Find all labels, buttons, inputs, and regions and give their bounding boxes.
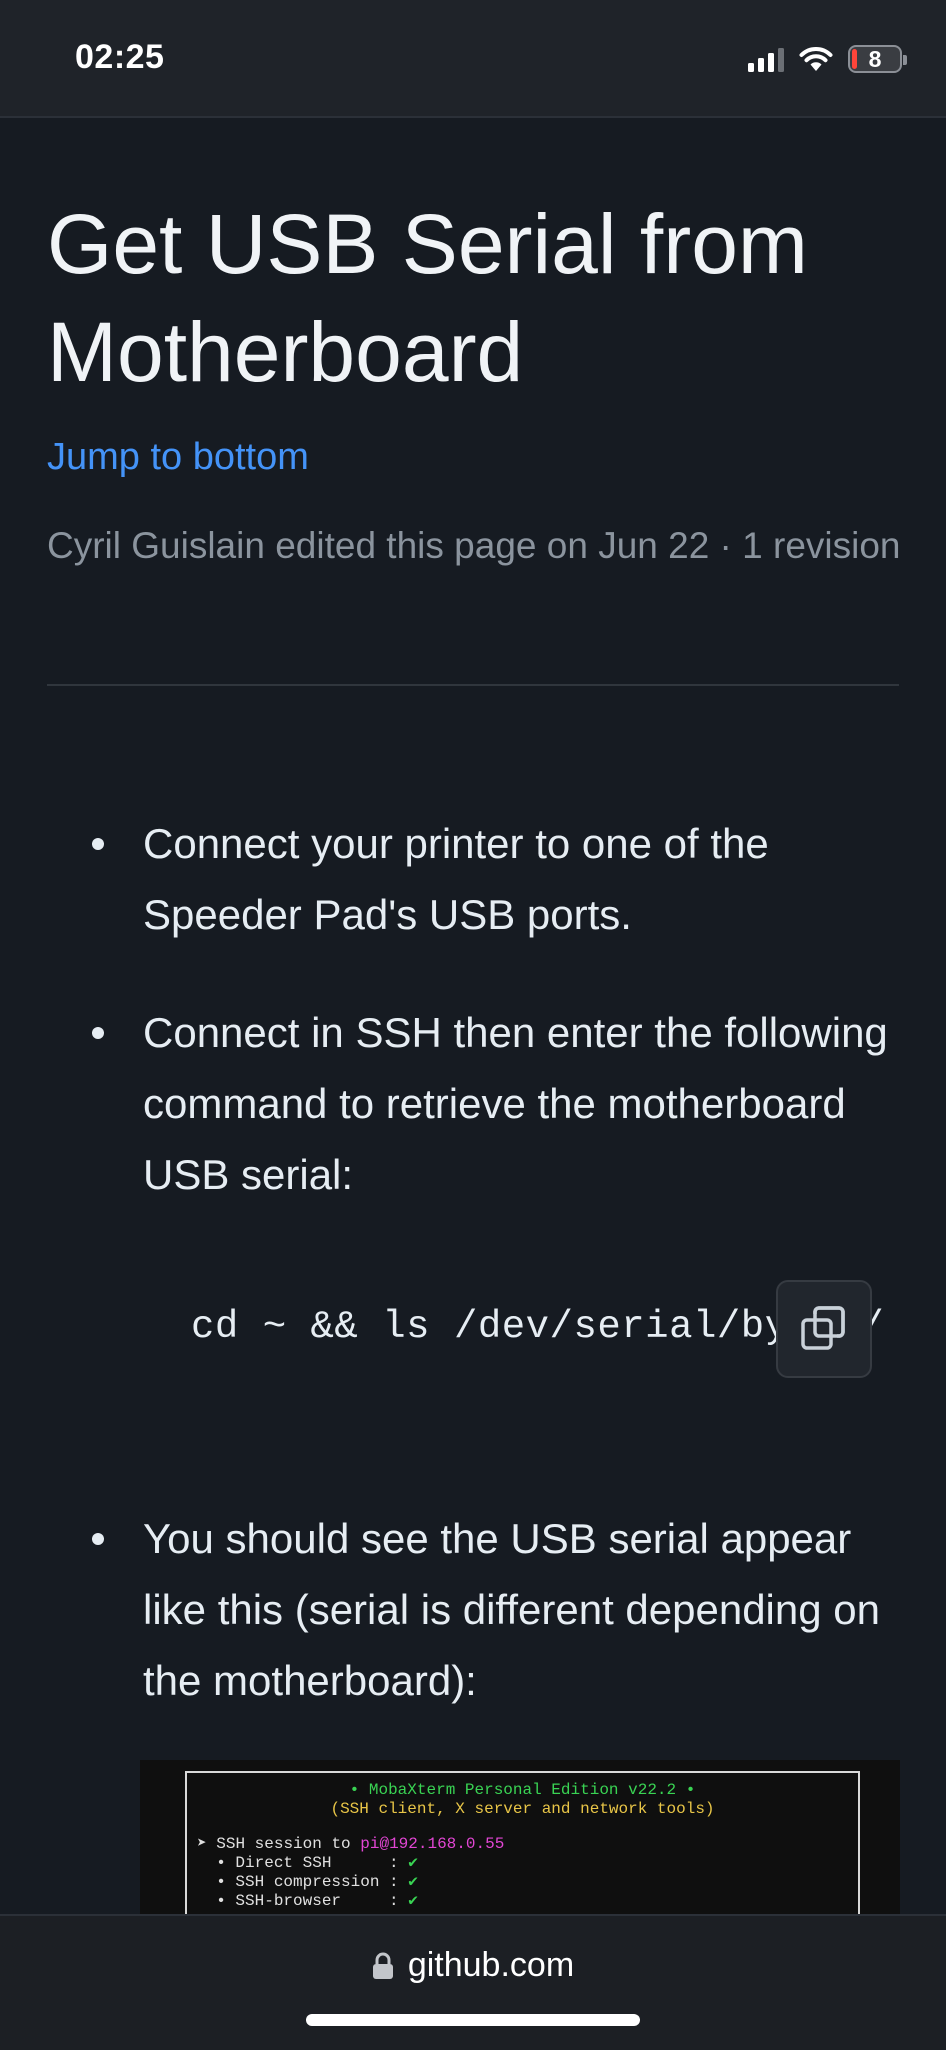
battery-icon: 8 xyxy=(848,45,907,73)
cellular-signal-icon xyxy=(748,46,784,72)
jump-to-bottom-link[interactable]: Jump to bottom xyxy=(47,432,309,482)
bullet-dot xyxy=(92,838,104,850)
bullet-dot xyxy=(92,1533,104,1545)
wifi-icon xyxy=(799,47,833,71)
bullet-dot xyxy=(92,1027,104,1039)
list-item: Connect your printer to one of the Speed… xyxy=(143,820,769,938)
copy-icon xyxy=(801,1306,845,1350)
terminal-line: (SSH client, X server and network tools) xyxy=(330,1800,715,1818)
url-row[interactable]: github.com xyxy=(0,1946,946,1985)
terminal-line: • SSH compression : ✔ xyxy=(197,1873,418,1891)
lock-icon xyxy=(372,1952,393,1979)
terminal-line: • Direct SSH : ✔ xyxy=(197,1854,418,1872)
terminal-line: • SSH-browser : ✔ xyxy=(197,1892,418,1910)
list-item: You should see the USB serial appear lik… xyxy=(143,1515,880,1704)
status-time: 02:25 xyxy=(75,38,165,76)
terminal-screenshot: • MobaXterm Personal Edition v22.2 • (SS… xyxy=(140,1760,900,1914)
page-title: Get USB Serial from Motherboard xyxy=(47,197,808,399)
edit-meta: Cyril Guislain edited this page on Jun 2… xyxy=(47,525,901,566)
battery-level: 8 xyxy=(868,46,882,72)
list-item: Connect in SSH then enter the following … xyxy=(143,1009,888,1198)
browser-address-bar[interactable]: github.com xyxy=(0,1914,946,2050)
home-indicator[interactable] xyxy=(306,2014,640,2026)
terminal-session-line: ➤ SSH session to pi@192.168.0.55 xyxy=(197,1835,505,1853)
url-text[interactable]: github.com xyxy=(408,1946,574,1985)
terminal-banner: • MobaXterm Personal Edition v22.2 • (SS… xyxy=(185,1771,860,1914)
copy-button[interactable] xyxy=(776,1280,872,1378)
status-bar: 02:25 8 xyxy=(0,0,946,118)
terminal-line: • MobaXterm Personal Edition v22.2 • xyxy=(349,1781,696,1799)
divider xyxy=(47,684,899,686)
status-icons: 8 xyxy=(748,42,907,76)
